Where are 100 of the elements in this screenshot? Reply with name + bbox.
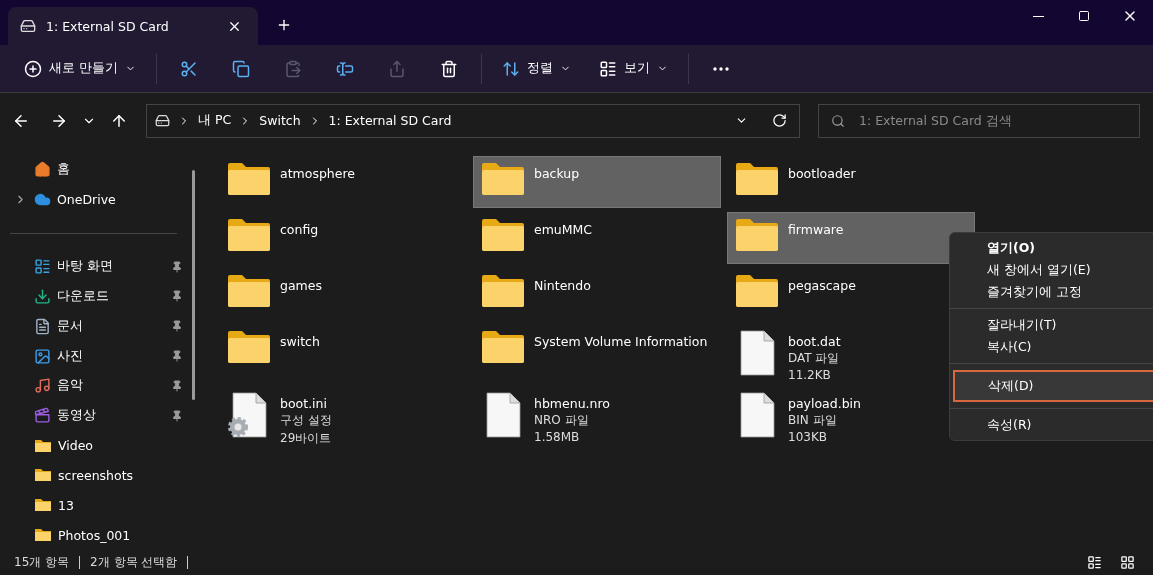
sidebar-item[interactable]: 홈	[0, 155, 205, 185]
download-icon	[34, 287, 51, 305]
item-name: config	[280, 222, 319, 237]
folder-icon	[734, 273, 780, 309]
item-name: switch	[280, 334, 320, 349]
item-name: System Volume Information	[534, 334, 708, 349]
breadcrumb-item[interactable]: Switch	[259, 113, 301, 128]
folder-icon	[34, 498, 52, 513]
sidebar-item[interactable]: 동영상	[0, 400, 205, 431]
file-item[interactable]: hbmenu.nro NRO 파일 1.58MB	[473, 386, 721, 444]
document-icon	[34, 317, 51, 335]
folder-icon	[34, 528, 52, 542]
folder-icon	[226, 273, 272, 309]
folder-icon	[480, 217, 526, 253]
item-name: firmware	[788, 222, 844, 237]
minimize-icon	[1032, 15, 1044, 17]
picture-icon	[34, 347, 51, 365]
breadcrumb-item[interactable]: 내 PC	[198, 112, 232, 129]
breadcrumb-item[interactable]: 1: External SD Card	[328, 113, 452, 128]
search-icon	[831, 113, 845, 128]
grid-icon	[1120, 555, 1135, 570]
maximize-icon	[1078, 10, 1090, 22]
plus-circle-icon	[24, 59, 42, 78]
address-bar[interactable]: 내 PC Switch 1: External SD Card	[146, 103, 800, 138]
music-icon	[34, 377, 51, 395]
item-type: BIN 파일	[788, 412, 838, 429]
scrollbar[interactable]	[192, 170, 195, 400]
folder-item[interactable]: emuMMC	[473, 212, 721, 264]
folder-icon	[734, 217, 780, 253]
clipboard-icon	[284, 59, 302, 78]
item-count: 15개 항목	[14, 554, 70, 571]
item-size: 1.58MB	[534, 430, 581, 444]
folder-item[interactable]: backup	[473, 156, 721, 208]
item-name: payload.bin	[788, 396, 861, 411]
view-button[interactable]: 보기	[591, 51, 676, 86]
folder-item[interactable]: bootloader	[727, 156, 975, 208]
tab-title: 1: External SD Card	[46, 18, 170, 34]
sidebar-item[interactable]: 사진	[0, 341, 205, 371]
scissors-icon	[180, 59, 198, 78]
drive-icon	[20, 18, 36, 34]
sidebar-item[interactable]: OneDrive	[0, 184, 205, 215]
sort-arrows-icon	[502, 59, 520, 78]
drive-icon	[155, 113, 170, 128]
menu-item[interactable]: 삭제(D)	[955, 372, 1153, 400]
sidebar-item[interactable]: 문서	[0, 311, 205, 342]
folder-icon	[226, 217, 272, 253]
item-name: backup	[534, 166, 580, 181]
item-type: NRO 파일	[534, 412, 590, 429]
video-icon	[34, 407, 51, 425]
new-button[interactable]: 새로 만들기	[16, 51, 144, 86]
trash-icon	[440, 59, 458, 78]
folder-item[interactable]: System Volume Information	[473, 324, 721, 376]
folder-item[interactable]: atmosphere	[219, 156, 467, 208]
search-field[interactable]: 1: External SD Card 검색	[818, 103, 1140, 138]
list-icon	[1087, 555, 1102, 570]
item-name: Nintendo	[534, 278, 591, 293]
sidebar-item[interactable]: screenshots	[0, 460, 205, 491]
item-name: hbmenu.nro	[534, 396, 610, 411]
folder-icon	[226, 161, 272, 197]
item-name: atmosphere	[280, 166, 355, 181]
text-cursor-icon	[336, 59, 354, 78]
item-size: 103KB	[788, 430, 828, 444]
item-size: 11.2KB	[788, 368, 832, 382]
item-name: games	[280, 278, 322, 293]
file-item[interactable]: boot.ini 구성 설정 29바이트	[219, 386, 467, 444]
folder-item[interactable]: games	[219, 268, 467, 320]
sidebar-item[interactable]: 음악	[0, 370, 205, 401]
folder-icon	[480, 329, 526, 365]
item-type: 구성 설정	[280, 412, 332, 429]
item-name: pegascape	[788, 278, 856, 293]
sidebar-item[interactable]: 바탕 화면	[0, 251, 205, 282]
item-name: boot.dat	[788, 334, 841, 349]
copy-icon	[232, 59, 250, 78]
refresh-icon	[772, 113, 787, 128]
folder-item[interactable]: firmware	[727, 212, 975, 264]
item-type: DAT 파일	[788, 350, 841, 367]
plus-icon	[276, 17, 292, 33]
selection-count: 2개 항목 선택함	[90, 554, 178, 571]
folder-icon	[480, 273, 526, 309]
item-name: boot.ini	[280, 396, 328, 411]
sidebar-item[interactable]: Video	[0, 430, 205, 461]
share-icon	[388, 59, 406, 78]
folder-icon	[480, 161, 526, 197]
tab[interactable]: 1: External SD Card	[8, 7, 258, 45]
home-icon	[34, 161, 51, 179]
sidebar-item[interactable]: 13	[0, 490, 205, 521]
folder-item[interactable]: Nintendo	[473, 268, 721, 320]
item-name: emuMMC	[534, 222, 593, 237]
folder-icon	[34, 468, 52, 483]
folder-item[interactable]: switch	[219, 324, 467, 376]
sidebar-item[interactable]: 다운로드	[0, 281, 205, 312]
sort-button[interactable]: 정렬	[494, 51, 579, 86]
folder-icon	[34, 438, 52, 453]
list-icon	[599, 59, 617, 78]
folder-item[interactable]: config	[219, 212, 467, 264]
folder-icon	[226, 329, 272, 365]
sidebar-item[interactable]: Photos_001	[0, 520, 205, 550]
item-name: bootloader	[788, 166, 856, 181]
more-icon	[713, 66, 729, 71]
folder-icon	[734, 161, 780, 197]
